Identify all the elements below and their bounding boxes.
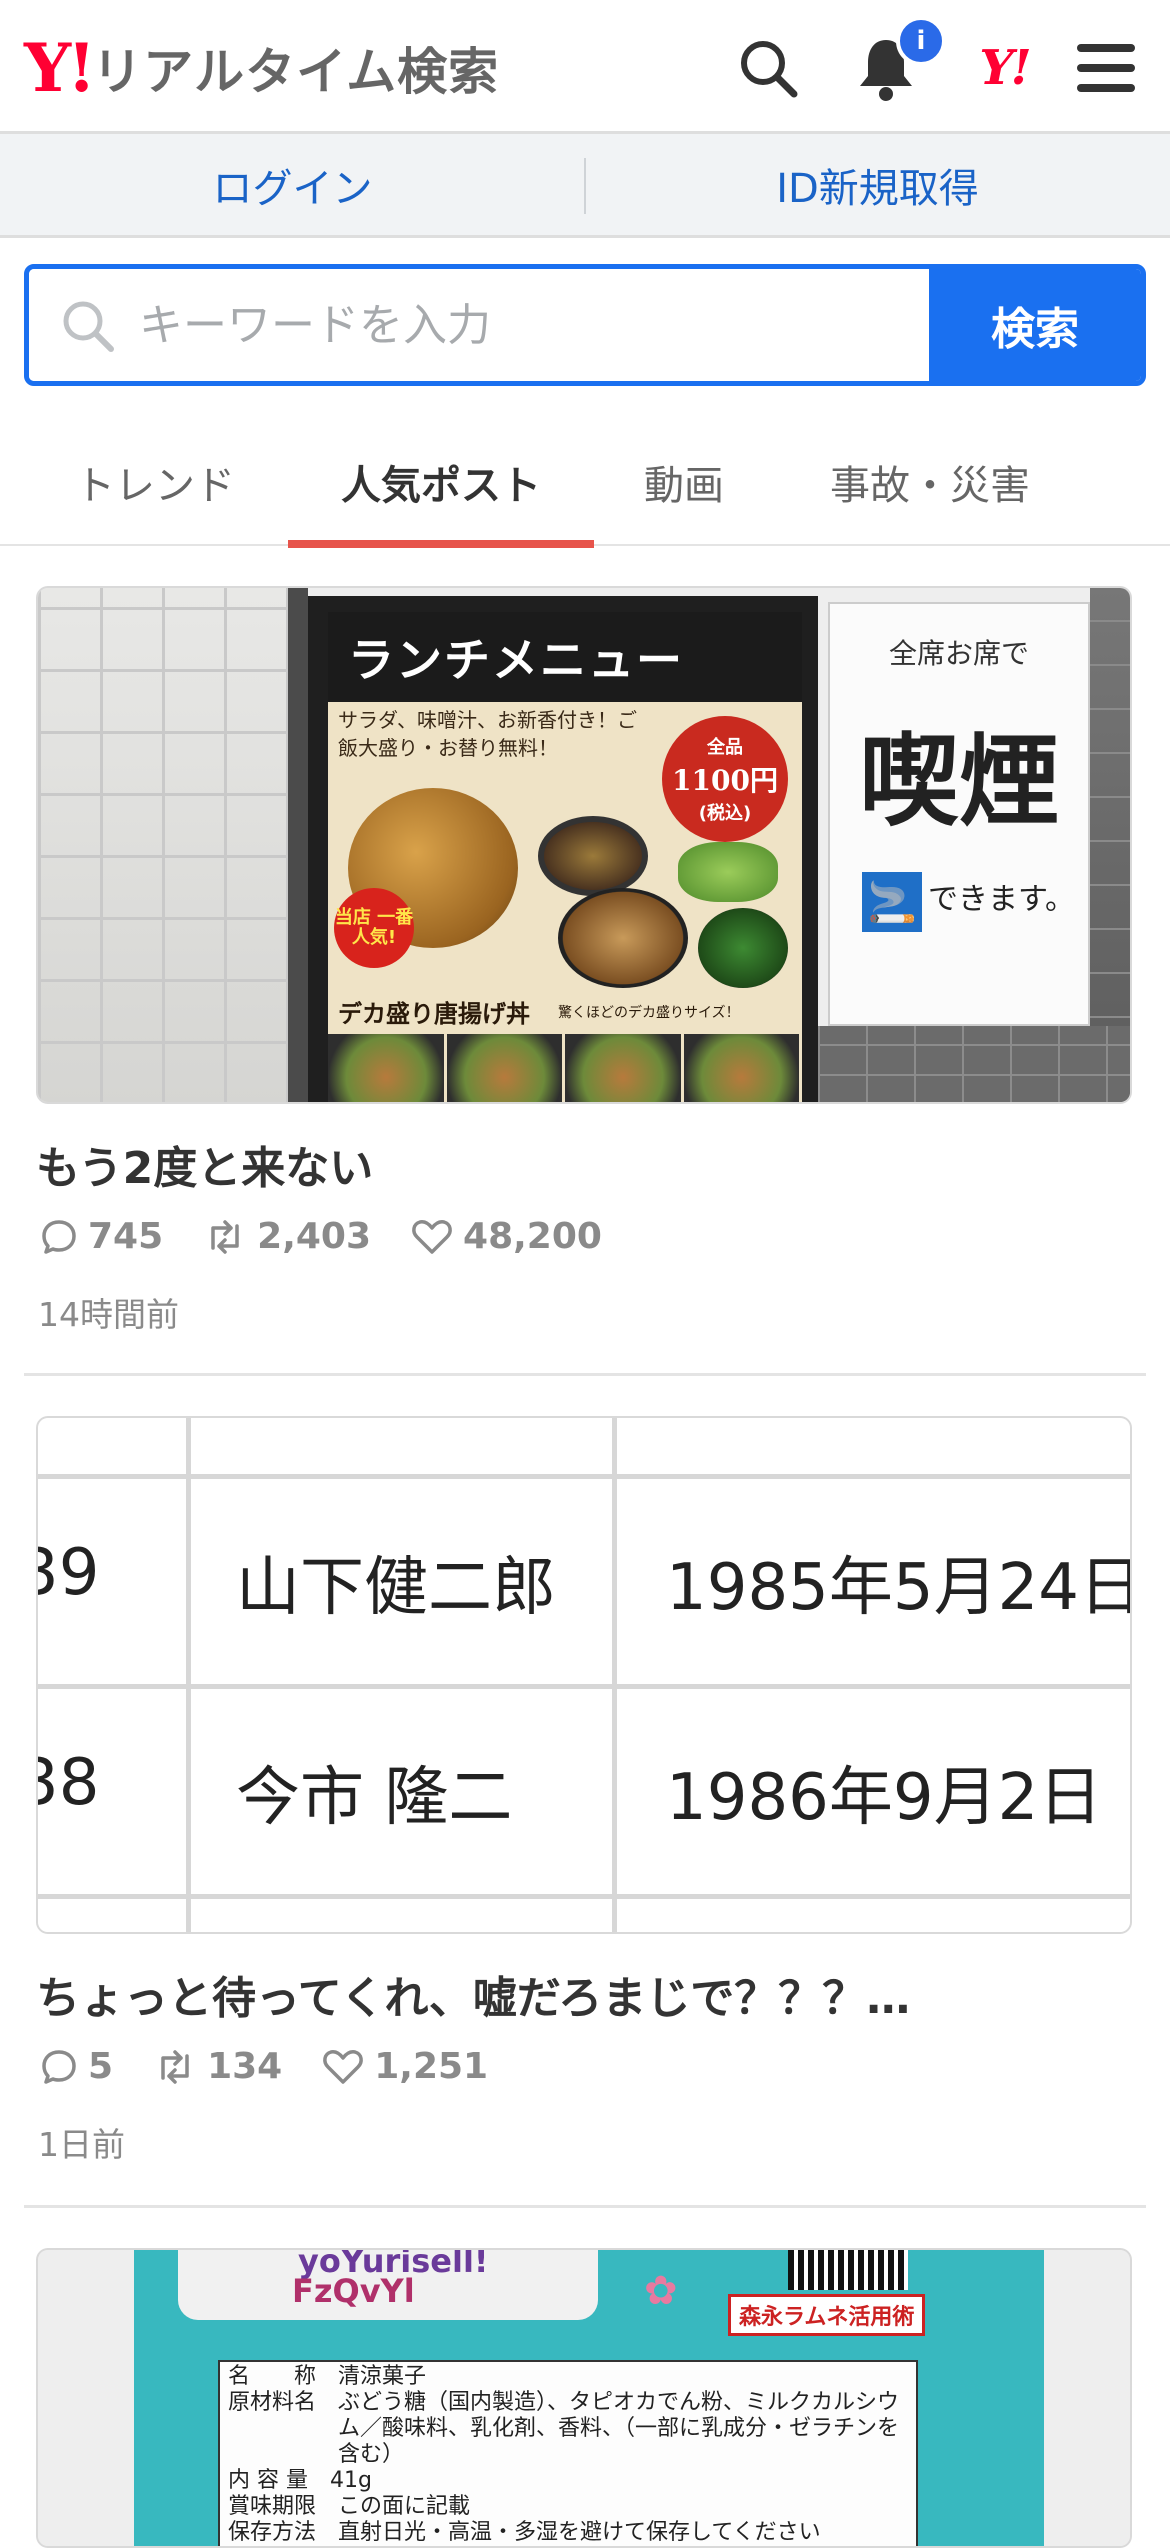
dish-caption: デカ盛り唐揚げ丼 [338, 999, 530, 1028]
tab-popular-posts[interactable]: 人気ポスト [288, 418, 594, 548]
ingredients-text: 名 称 清涼菓子 原材料名 ぶどう糖（国内製造）、タピオカでん粉、ミルクカルシウ… [228, 2364, 918, 2546]
price-badge: 全品 1100円 (税込) [662, 716, 788, 842]
repost-icon [211, 1219, 239, 1254]
ingredients-line: 名 称 清涼菓子 [228, 2364, 427, 2389]
smoking-icon: 🚬 [862, 872, 922, 932]
menu-board-subtitle: サラダ、味噌汁、お新香付き！ご飯大盛り・お替り無料！ [338, 708, 637, 760]
ingredients-line: 含む） [228, 2442, 405, 2467]
table-cell-birthdate: 1986年9月2日 [666, 1761, 1103, 1835]
dish-caption-small: 驚くほどのデカ盛りサイズ！ [558, 1005, 740, 1021]
heart-icon [323, 2049, 364, 2084]
popular-badge: 当店 一番人気! [334, 888, 414, 968]
reply-count-value: 5 [88, 2046, 114, 2087]
side-bowl [558, 888, 688, 988]
package-label: 森永ラムネ活用術 [728, 2294, 926, 2336]
post-card[interactable]: ランチメニュー サラダ、味噌汁、お新香付き！ご飯大盛り・お替り無料！ 全品 11… [24, 586, 1146, 1376]
hamburger-menu-icon[interactable] [1068, 30, 1144, 106]
post-stats: 5 134 1,251 [40, 2046, 528, 2087]
post-stats: 745 2,403 48,200 [40, 1216, 642, 1257]
tab-video[interactable]: 動画 [610, 418, 758, 546]
smoking-sign-bottom: できます。 [928, 882, 1075, 917]
price-value: 1100円 [672, 764, 778, 797]
post-card[interactable]: yoYurisell! FzQvYl ✿ 森永ラムネ活用術 名 称 清涼菓子 原… [24, 2248, 1146, 2548]
heart-icon [412, 1219, 452, 1254]
post-card[interactable]: 39 山下健二郎 1985年5月24日 38 今市 隆二 1986年9月2日 ち… [24, 1416, 1146, 2208]
post-title[interactable]: ちょっと待ってくれ、嘘だろまじで？？？… [36, 1962, 910, 2026]
logo-mark: Y! [24, 29, 96, 107]
table-cell-number: 39 [38, 1536, 100, 1610]
table-cell-birthdate: 1985年5月24日 [666, 1551, 1132, 1625]
ground-tiles [818, 1026, 1130, 1102]
package-photo: yoYurisell! FzQvYl ✿ 森永ラムネ活用術 名 称 清涼菓子 原… [38, 2250, 1130, 2546]
yahoo-logo-icon: Y! [979, 40, 1031, 96]
yahoo-top-link[interactable]: Y! [966, 30, 1042, 106]
reply-count-value: 745 [88, 1216, 164, 1257]
search-icon[interactable] [730, 30, 806, 106]
table-cell-name: 今市 隆二 [236, 1761, 513, 1835]
repost-count-value: 2,403 [257, 1216, 372, 1257]
post-image-lunch-menu-sign[interactable]: ランチメニュー サラダ、味噌汁、お新香付き！ご飯大盛り・お替り無料！ 全品 11… [36, 586, 1132, 1104]
tiled-wall [38, 588, 288, 1102]
post-time: 1日前 [38, 2125, 125, 2164]
search-field-icon [59, 297, 117, 359]
register-link[interactable]: ID新規取得 [585, 134, 1170, 235]
repost-icon [161, 2049, 189, 2084]
reply-count: 5 [40, 2046, 113, 2087]
search-input[interactable] [139, 269, 939, 381]
price-note: (税込) [698, 803, 752, 824]
salad [678, 842, 778, 902]
miso-soup-bowl [538, 816, 648, 896]
qr-code-icon [788, 2250, 908, 2290]
ingredients-line: 賞味期限 この面に記載 [228, 2494, 471, 2519]
sign-pole [288, 588, 308, 1102]
search-button[interactable]: 検索 [929, 269, 1141, 381]
reply-count: 745 [40, 1216, 163, 1257]
repost-count-value: 134 [207, 2046, 283, 2087]
menu-thumbnails [328, 1034, 802, 1102]
table-cell-number: 38 [38, 1746, 100, 1820]
member-table-image: 39 山下健二郎 1985年5月24日 38 今市 隆二 1986年9月2日 [38, 1418, 1132, 1932]
ingredients-line: 原材料名 ぶどう糖（国内製造）、タピオカでん粉、ミルクカルシウ [228, 2390, 900, 2415]
yahoo-realtime-logo[interactable]: Y! リアルタイム検索 [24, 28, 499, 108]
like-count-value: 48,200 [463, 1216, 602, 1257]
post-image-package[interactable]: yoYurisell! FzQvYl ✿ 森永ラムネ活用術 名 称 清涼菓子 原… [36, 2248, 1132, 2548]
smoking-sign-top: 全席お席で [888, 637, 1029, 670]
logo-text: リアルタイム検索 [92, 43, 500, 101]
like-count: 1,251 [322, 2046, 488, 2087]
post-title[interactable]: もう2度と来ない [36, 1132, 373, 1196]
flower-icon: ✿ [644, 2268, 678, 2314]
login-bar-divider [584, 158, 586, 214]
repost-count: 2,403 [203, 1216, 371, 1257]
ingredients-line: 内 容 量 41g [228, 2468, 372, 2493]
login-bar: ログイン ID新規取得 [0, 134, 1170, 238]
tab-trend[interactable]: トレンド [40, 418, 270, 546]
like-count-value: 1,251 [374, 2046, 489, 2087]
app-header: Y! リアルタイム検索 i Y! [0, 0, 1170, 134]
ingredients-line: ム／酸味料、乳化剤、香料、（一部に乳成分・ゼラチンを [228, 2416, 900, 2441]
price-top: 全品 [707, 737, 743, 758]
login-link[interactable]: ログイン [0, 134, 585, 235]
reply-icon [42, 1219, 76, 1254]
like-count: 48,200 [411, 1216, 602, 1257]
search-field [29, 269, 939, 381]
tab-accident-disaster[interactable]: 事故・災害 [790, 418, 1070, 546]
search-form: 検索 [24, 264, 1146, 386]
ingredients-line: 保存方法 直射日光・高温・多湿を避けて保存してください [228, 2520, 821, 2545]
smoking-sign-main: 喫煙 [859, 722, 1059, 840]
menu-board-title: ランチメニュー [328, 612, 802, 702]
post-image-table[interactable]: 39 山下健二郎 1985年5月24日 38 今市 隆二 1986年9月2日 [36, 1416, 1132, 1934]
reply-icon [42, 2049, 76, 2084]
notification-badge: i [896, 16, 946, 66]
repost-count: 134 [153, 2046, 282, 2087]
category-tabs: トレンド 人気ポスト 動画 事故・災害 [0, 418, 1170, 548]
post-time: 14時間前 [38, 1295, 179, 1334]
package-brand-line2: FzQvYl [292, 2272, 415, 2310]
pickles-bowl [698, 908, 788, 988]
table-cell-name: 山下健二郎 [236, 1551, 556, 1625]
